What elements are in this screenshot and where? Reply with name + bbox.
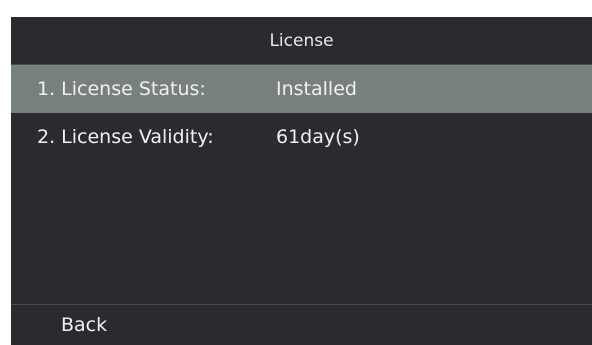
phone-screen: License 1. License Status: Installed 2. … <box>11 17 592 345</box>
license-status-value: Installed <box>276 78 357 100</box>
license-validity-value: 61day(s) <box>276 126 360 148</box>
license-status-label: 1. License Status: <box>37 78 206 100</box>
title-bar: License <box>11 17 592 65</box>
list-item-license-validity[interactable]: 2. License Validity: 61day(s) <box>11 113 592 161</box>
list-item-license-status[interactable]: 1. License Status: Installed <box>11 65 592 113</box>
license-info-list: 1. License Status: Installed 2. License … <box>11 65 592 161</box>
page-title: License <box>269 30 334 51</box>
back-button[interactable]: Back <box>11 305 156 345</box>
license-validity-label: 2. License Validity: <box>37 126 214 148</box>
back-button-label: Back <box>61 314 108 336</box>
softkey-bar: Back <box>11 304 592 345</box>
